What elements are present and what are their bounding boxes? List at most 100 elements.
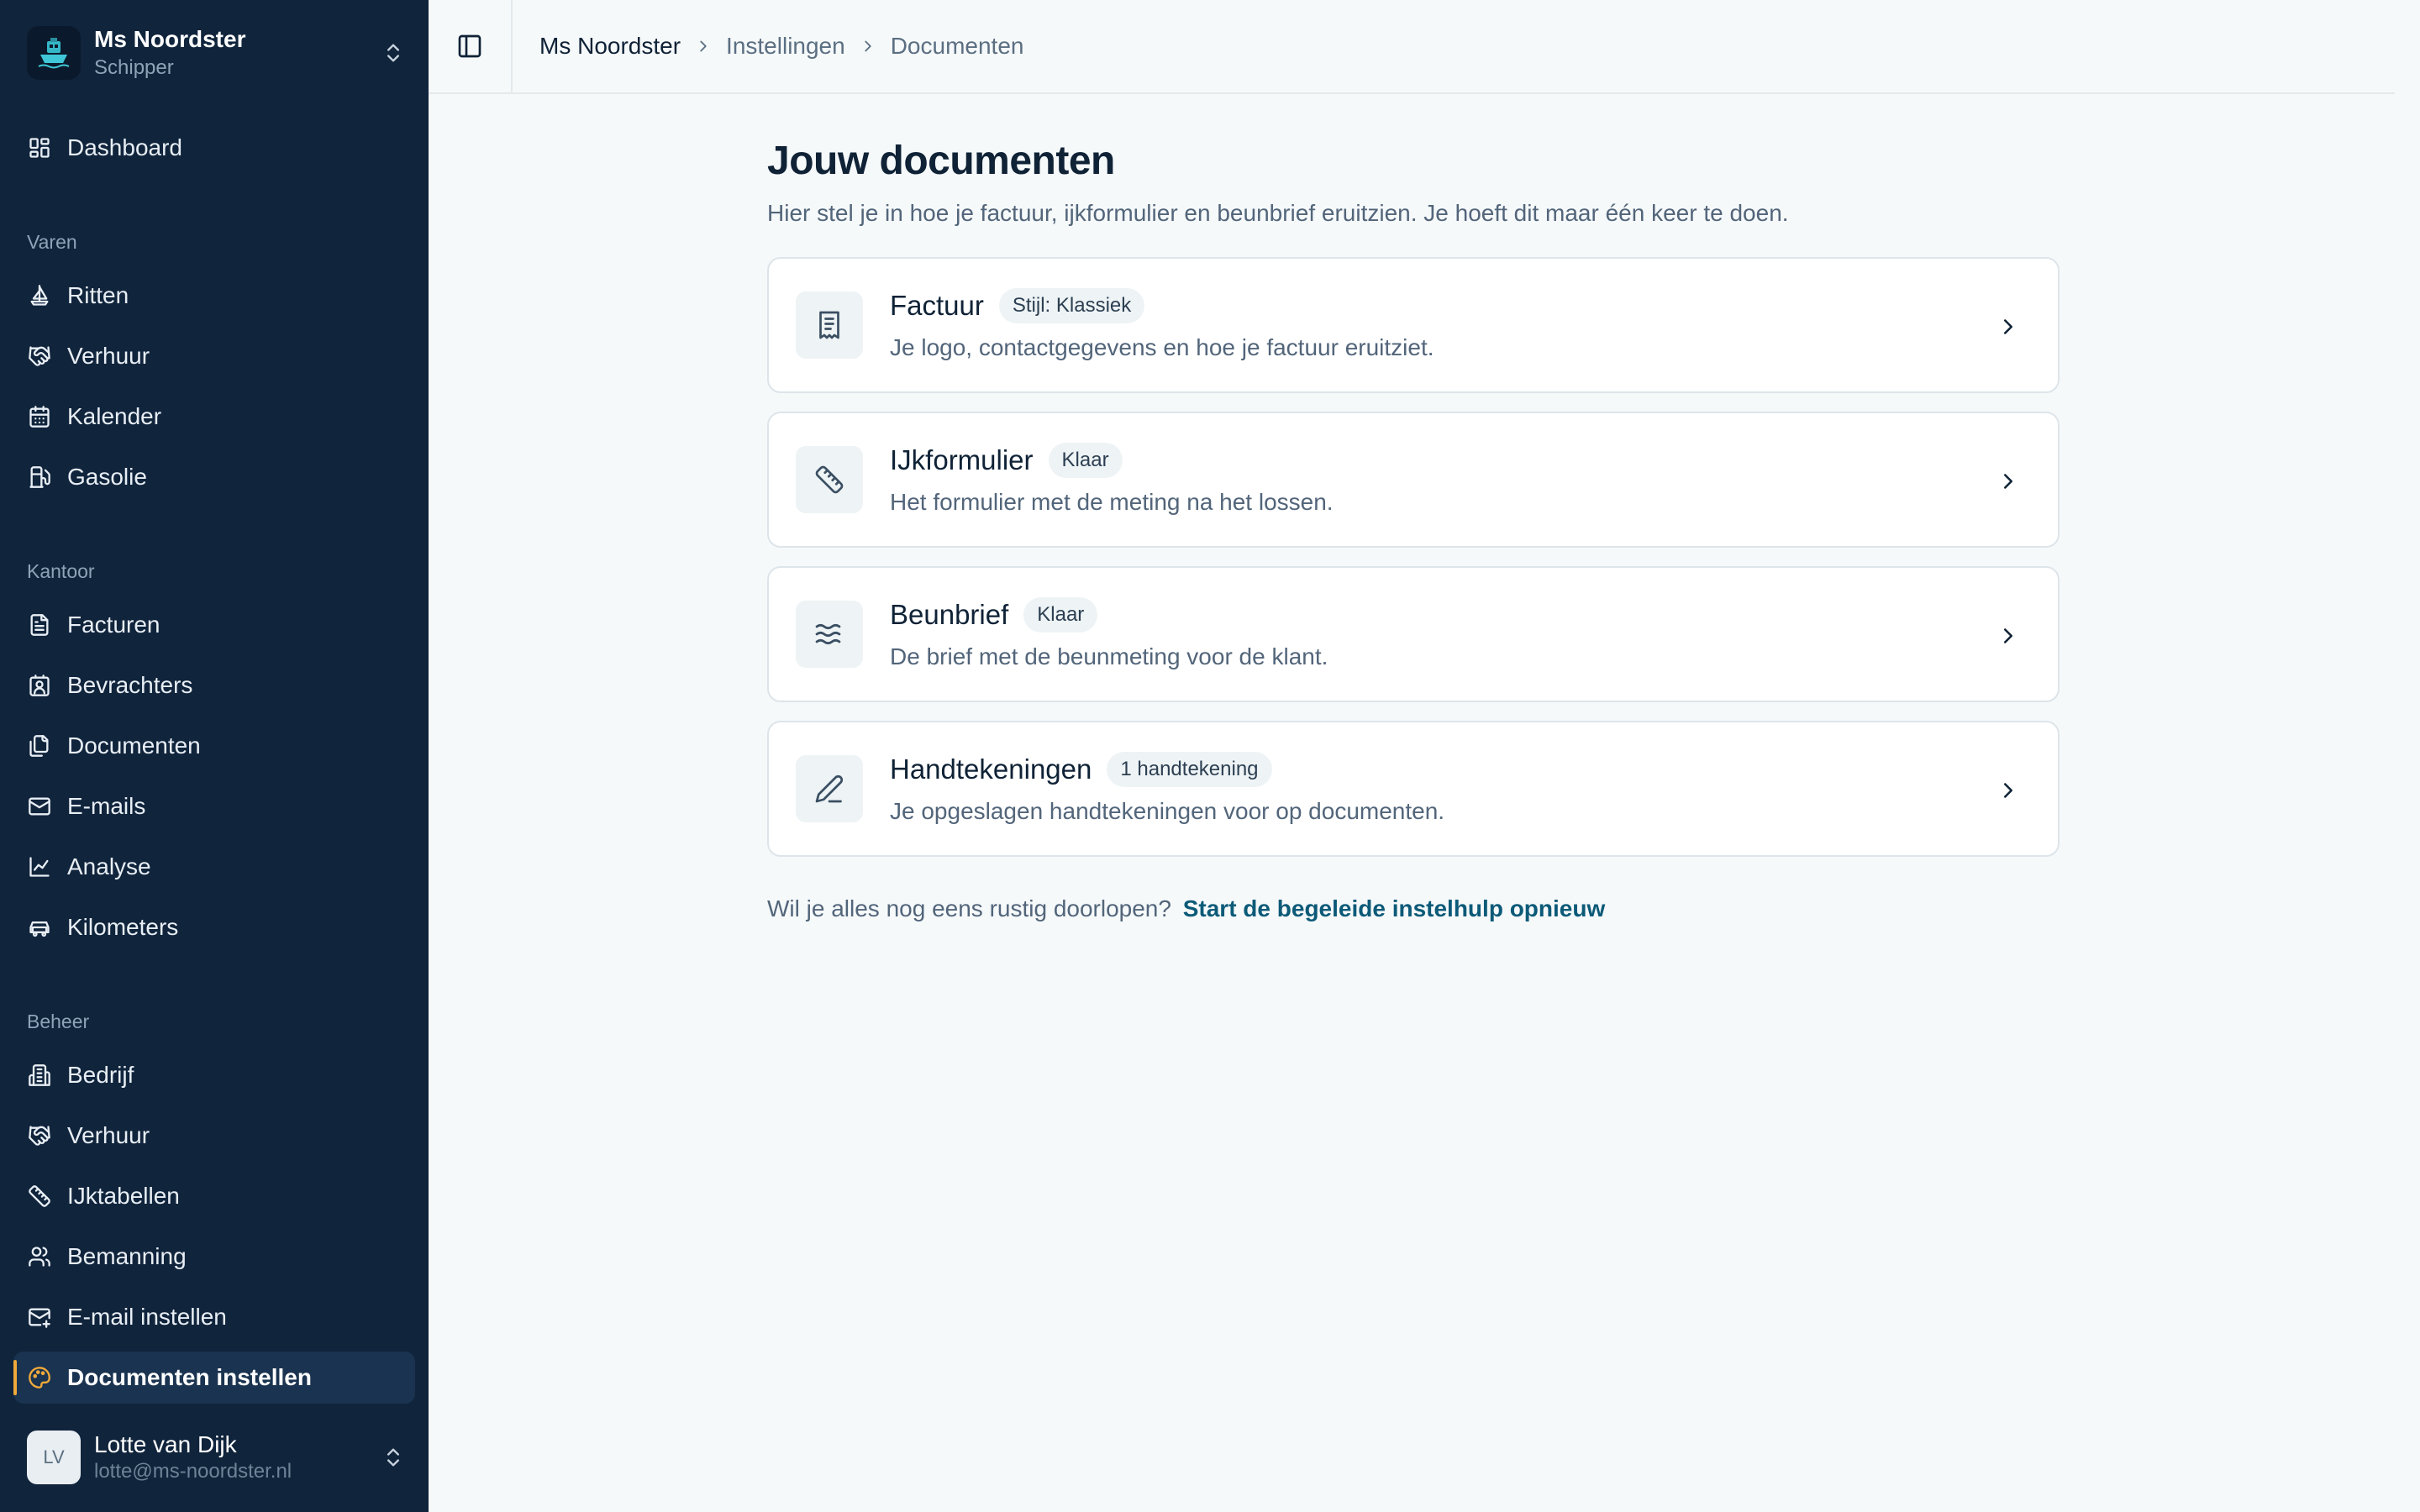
- sidebar-item-bemanning[interactable]: Bemanning: [13, 1231, 415, 1283]
- file-text-icon: [27, 612, 52, 638]
- card-title: Handtekeningen: [890, 753, 1092, 785]
- org-name: Ms Noordster: [94, 26, 246, 52]
- sidebar-item-gasolie[interactable]: Gasolie: [13, 451, 415, 503]
- sidebar-item-label: Verhuur: [67, 343, 150, 369]
- card-handtekeningen[interactable]: Handtekeningen 1 handtekening Je opgesla…: [767, 721, 2060, 857]
- chevrons-up-down-icon: [387, 1448, 399, 1467]
- waves-icon: [796, 601, 863, 668]
- panel-left-icon: [458, 34, 481, 58]
- sidebar-item-label: Analyse: [67, 853, 151, 879]
- sidebar-item-verhuur-beheer[interactable]: Verhuur: [13, 1110, 415, 1162]
- receipt-icon: [796, 291, 863, 359]
- user-email: lotte@ms-noordster.nl: [94, 1460, 292, 1483]
- card-title: Beunbrief: [890, 599, 1009, 630]
- sidebar-item-verhuur[interactable]: Verhuur: [13, 330, 415, 382]
- org-role: Schipper: [94, 56, 174, 79]
- chevrons-up-down-icon: [387, 44, 399, 62]
- building-icon: [27, 1063, 52, 1088]
- sidebar-item-label: Dashboard: [67, 134, 182, 160]
- sidebar-item-label: E-mail instellen: [67, 1304, 227, 1330]
- sidebar-item-bedrijf[interactable]: Bedrijf: [13, 1049, 415, 1101]
- sidebar-item-kalender[interactable]: Kalender: [13, 391, 415, 443]
- palette-icon: [27, 1365, 52, 1390]
- sidebar-item-label: IJktabellen: [67, 1183, 180, 1209]
- breadcrumb-item[interactable]: Instellingen: [726, 33, 845, 60]
- main-content: Jouw documenten Hier stel je in hoe je f…: [767, 134, 2060, 922]
- breadcrumb: Ms Noordster Instellingen Documenten: [539, 33, 1023, 60]
- page-subtitle: Hier stel je in hoe je factuur, ijkformu…: [767, 200, 1789, 226]
- mail-icon: [27, 794, 52, 819]
- user-name: Lotte van Dijk: [94, 1431, 237, 1457]
- chevron-right-icon: [2004, 783, 2012, 798]
- sidebar-item-kilometers[interactable]: Kilometers: [13, 901, 415, 953]
- restart-wizard-link[interactable]: Start de begeleide instelhulp opnieuw: [1183, 895, 1606, 921]
- card-factuur[interactable]: Factuur Stijl: Klassiek Je logo, contact…: [767, 257, 2060, 393]
- sidebar-item-label: Gasolie: [67, 464, 147, 490]
- sidebar-item-label: Ritten: [67, 282, 129, 308]
- car-icon: [27, 915, 52, 940]
- sidebar-item-dashboard[interactable]: Dashboard: [13, 122, 415, 174]
- document-list: Factuur Stijl: Klassiek Je logo, contact…: [767, 257, 2060, 857]
- sidebar-item-label: Kalender: [67, 403, 162, 429]
- org-switcher[interactable]: Ms Noordster Schipper: [27, 25, 405, 81]
- chevron-right-icon: [859, 37, 877, 55]
- sidebar-item-label: Documenten instellen: [67, 1364, 312, 1390]
- status-badge: Stijl: Klassiek: [998, 288, 1145, 323]
- card-description: Het formulier met de meting na het losse…: [890, 489, 1334, 515]
- sidebar-item-label: Bemanning: [67, 1243, 187, 1269]
- fuel-icon: [27, 465, 52, 490]
- sidebar-item-label: E-mails: [67, 793, 146, 819]
- breadcrumb-item-current: Documenten: [890, 33, 1024, 59]
- card-description: Je logo, contactgegevens en hoe je factu…: [890, 334, 1434, 360]
- chevron-right-icon: [2004, 319, 2012, 334]
- chart-line-icon: [27, 854, 52, 879]
- sidebar-item-label: Verhuur: [67, 1122, 150, 1148]
- handshake-icon: [27, 1123, 52, 1148]
- sidebar-item-bevrachters[interactable]: Bevrachters: [13, 659, 415, 711]
- sidebar-item-label: Documenten: [67, 732, 201, 759]
- user-menu[interactable]: LV Lotte van Dijk lotte@ms-noordster.nl: [27, 1428, 405, 1487]
- chevron-right-icon: [694, 37, 713, 55]
- status-badge: 1 handtekening: [1107, 752, 1272, 787]
- footer-note: Wil je alles nog eens rustig doorlopen? …: [767, 895, 2060, 922]
- group-label-varen: Varen: [27, 231, 77, 253]
- sidebar-item-label: Facturen: [67, 612, 160, 638]
- ruler-icon: [796, 446, 863, 513]
- card-title: IJkformulier: [890, 444, 1034, 475]
- sidebar-item-e-mail-instellen[interactable]: E-mail instellen: [13, 1291, 415, 1343]
- sidebar-item-label: Bevrachters: [67, 672, 193, 698]
- page-title: Jouw documenten: [767, 139, 1115, 183]
- chevron-right-icon: [2004, 628, 2012, 643]
- sidebar: Ms Noordster Schipper Dashboard Varen Ri…: [0, 0, 429, 1512]
- mail-settings-icon: [27, 1305, 52, 1330]
- ruler-icon: [27, 1184, 52, 1209]
- breadcrumb-item[interactable]: Ms Noordster: [539, 33, 681, 60]
- card-beunbrief[interactable]: Beunbrief Klaar De brief met de beunmeti…: [767, 566, 2060, 702]
- card-ijkformulier[interactable]: IJkformulier Klaar Het formulier met de …: [767, 412, 2060, 548]
- contact-icon: [27, 673, 52, 698]
- card-description: Je opgeslagen handtekeningen voor op doc…: [890, 798, 1445, 824]
- users-icon: [27, 1244, 52, 1269]
- sidebar-item-facturen[interactable]: Facturen: [13, 599, 415, 651]
- footer-text: Wil je alles nog eens rustig doorlopen?: [767, 895, 1171, 921]
- sidebar-item-analyse[interactable]: Analyse: [13, 841, 415, 893]
- group-label-kantoor: Kantoor: [27, 560, 95, 582]
- pen-icon: [796, 755, 863, 822]
- sidebar-item-documenten-instellen[interactable]: Documenten instellen: [13, 1352, 415, 1404]
- group-label-beheer: Beheer: [27, 1011, 90, 1032]
- sailboat-icon: [27, 283, 52, 308]
- status-badge: Klaar: [1048, 443, 1123, 478]
- ship-logo-icon: [27, 26, 81, 80]
- sidebar-item-ritten[interactable]: Ritten: [13, 270, 415, 322]
- status-badge: Klaar: [1023, 597, 1098, 633]
- sidebar-toggle-button[interactable]: [429, 0, 513, 93]
- calendar-icon: [27, 404, 52, 429]
- sidebar-item-e-mails[interactable]: E-mails: [13, 780, 415, 832]
- dashboard-icon: [27, 135, 52, 160]
- files-icon: [27, 733, 52, 759]
- card-title: Factuur: [890, 290, 984, 321]
- sidebar-item-ijktabellen[interactable]: IJktabellen: [13, 1170, 415, 1222]
- chevron-right-icon: [2004, 474, 2012, 489]
- sidebar-item-documenten[interactable]: Documenten: [13, 720, 415, 772]
- handshake-icon: [27, 344, 52, 369]
